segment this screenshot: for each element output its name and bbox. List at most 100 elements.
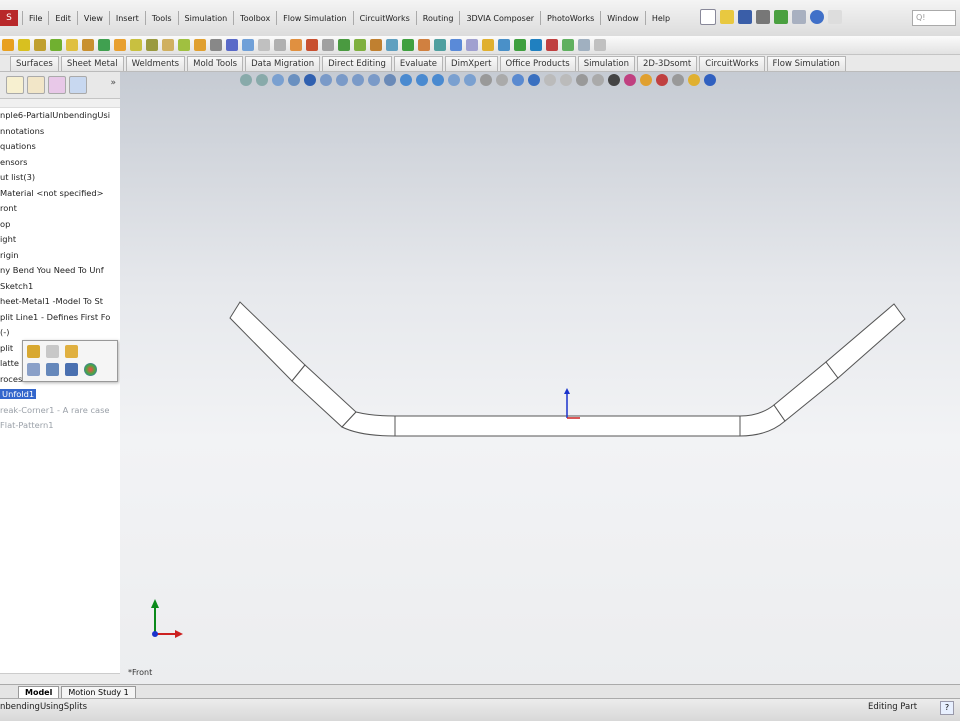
search-input[interactable]: Q! [912,10,956,26]
zoom-to-selection-icon[interactable] [46,363,59,376]
undo-icon[interactable] [810,10,824,24]
toolbar-tool-icon[interactable] [514,39,526,51]
menu-item[interactable]: Simulation [179,12,234,25]
menu-item[interactable]: Flow Simulation [277,12,352,25]
toolbar-tool-icon[interactable] [530,39,542,51]
feature-tree-item[interactable]: ight [0,232,120,248]
menu-item[interactable]: File [23,12,48,25]
toolbar-tool-icon[interactable] [306,39,318,51]
toolbar-tool-icon[interactable] [322,39,334,51]
toolbar-tool-icon[interactable] [354,39,366,51]
left-flange[interactable] [229,301,306,382]
toolbar-tool-icon[interactable] [162,39,174,51]
toolbar-tool-icon[interactable] [210,39,222,51]
configuration-manager-tab-icon[interactable] [48,76,66,94]
command-tab[interactable]: DimXpert [445,56,498,71]
command-tab[interactable]: Simulation [577,56,636,71]
toolbar-tool-icon[interactable] [594,39,606,51]
display-manager-tab-icon[interactable] [69,76,87,94]
rollback-icon[interactable] [65,345,78,358]
toolbar-tool-icon[interactable] [82,39,94,51]
command-tab[interactable]: Sheet Metal [60,56,124,71]
feature-tree-item[interactable]: plit Line1 - Defines First Fo [0,310,120,326]
feature-tree-item[interactable]: reak-Corner1 - A rare case [0,403,120,419]
feature-tree-item[interactable]: rigin [0,248,120,264]
toolbar-tool-icon[interactable] [578,39,590,51]
feature-tree-tab-icon[interactable] [6,76,24,94]
help-icon[interactable]: ? [940,701,954,715]
menu-item[interactable]: Insert [110,12,145,25]
toolbar-tool-icon[interactable] [146,39,158,51]
right-flange[interactable] [825,303,906,379]
feature-tree-item[interactable]: ny Bend You Need To Unf [0,263,120,279]
toolbar-tool-icon[interactable] [98,39,110,51]
model-tab[interactable]: Motion Study 1 [61,686,136,698]
menu-item[interactable]: Toolbox [234,12,276,25]
toolbar-tool-icon[interactable] [482,39,494,51]
base-flange[interactable] [394,415,741,437]
feature-tree-item[interactable]: op [0,217,120,233]
toolbar-tool-icon[interactable] [450,39,462,51]
view-triad-icon[interactable] [151,599,183,638]
model-tab[interactable]: Model [18,686,60,698]
feature-tree-item[interactable]: Flat-Pattern1 [0,418,120,434]
feature-tree-item[interactable]: nnotations [0,124,120,140]
menu-item[interactable]: Edit [49,12,77,25]
command-tab[interactable]: Evaluate [393,56,444,71]
open-folder-icon[interactable] [720,10,734,24]
toolbar-tool-icon[interactable] [562,39,574,51]
normal-to-icon[interactable] [65,363,78,376]
menu-item[interactable]: Routing [417,12,460,25]
feature-tree-item[interactable]: nple6-PartialUnbendingUsi [0,108,120,124]
feature-tree-item[interactable]: ut list(3) [0,170,120,186]
feature-tree-item[interactable]: heet-Metal1 -Model To St [0,294,120,310]
toolbar-tool-icon[interactable] [402,39,414,51]
appearance-icon[interactable] [84,363,97,376]
solidworks-logo-icon[interactable]: S [0,10,18,26]
select-cursor-icon[interactable] [828,10,842,24]
toolbar-tool-icon[interactable] [498,39,510,51]
toolbar-tool-icon[interactable] [418,39,430,51]
rebuild-icon[interactable] [774,10,788,24]
menu-item[interactable]: Tools [146,12,178,25]
toolbar-tool-icon[interactable] [2,39,14,51]
toolbar-tool-icon[interactable] [242,39,254,51]
suppress-icon[interactable] [46,345,59,358]
toolbar-tool-icon[interactable] [114,39,126,51]
menu-item[interactable]: Window [601,12,645,25]
command-tab[interactable]: Weldments [125,56,186,71]
command-tab[interactable]: Surfaces [10,56,59,71]
toolbar-tool-icon[interactable] [370,39,382,51]
menu-item[interactable]: Help [646,12,676,25]
toolbar-tool-icon[interactable] [18,39,30,51]
toolbar-tool-icon[interactable] [130,39,142,51]
edit-feature-icon[interactable] [27,345,40,358]
expand-tabs-chevron-icon[interactable]: » [110,78,116,88]
toolbar-tool-icon[interactable] [34,39,46,51]
property-manager-tab-icon[interactable] [27,76,45,94]
toolbar-tool-icon[interactable] [338,39,350,51]
feature-tree-item[interactable]: quations [0,139,120,155]
menu-item[interactable]: 3DVIA Composer [460,12,540,25]
feature-tree-scrollbar[interactable] [0,673,120,684]
toolbar-tool-icon[interactable] [466,39,478,51]
toolbar-tool-icon[interactable] [274,39,286,51]
toolbar-tool-icon[interactable] [386,39,398,51]
options-icon[interactable] [792,10,806,24]
edit-sketch-icon[interactable] [27,363,40,376]
command-tab[interactable]: Data Migration [245,56,321,71]
command-tab[interactable]: Direct Editing [322,56,392,71]
command-tab[interactable]: Flow Simulation [766,56,846,71]
toolbar-tool-icon[interactable] [194,39,206,51]
new-document-icon[interactable] [700,9,716,25]
save-icon[interactable] [738,10,752,24]
left-flange-lower[interactable] [291,364,357,428]
toolbar-tool-icon[interactable] [50,39,62,51]
toolbar-tool-icon[interactable] [66,39,78,51]
print-icon[interactable] [756,10,770,24]
command-tab[interactable]: Mold Tools [187,56,244,71]
graphics-viewport[interactable]: *Front [120,72,960,684]
toolbar-tool-icon[interactable] [178,39,190,51]
feature-tree-item[interactable]: Sketch1 [0,279,120,295]
toolbar-tool-icon[interactable] [546,39,558,51]
